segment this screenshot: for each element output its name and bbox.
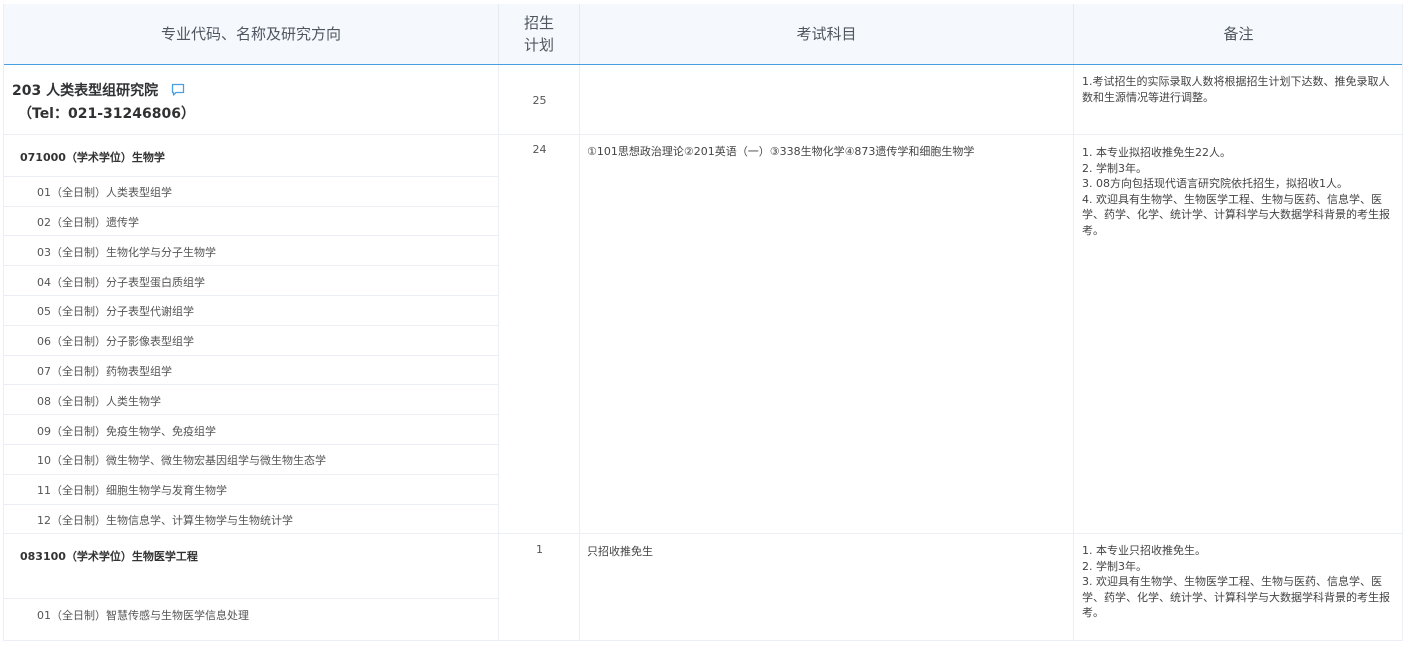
major-title: 071000（学术学位）生物学	[20, 151, 165, 164]
note-line: 1. 本专业只招收推免生。	[1082, 544, 1206, 557]
major-exam: ①101思想政治理论②201英语（一）③338生物化学④873遗传学和细胞生物学	[587, 145, 975, 158]
direction-item: 09（全日制）免疫生物学、免疫组学	[37, 425, 216, 438]
direction-item: 04（全日制）分子表型蛋白质组学	[37, 276, 205, 289]
major-plan: 1	[536, 543, 543, 556]
scroll-edge	[1402, 4, 1417, 641]
note-line: 1. 本专业拟招收推免生22人。	[1082, 146, 1231, 159]
row-divider	[4, 414, 498, 415]
row-divider	[4, 206, 498, 207]
direction-item: 03（全日制）生物化学与分子生物学	[37, 246, 216, 259]
row-divider	[4, 504, 498, 505]
header-plan-line2: 计划	[523, 36, 554, 54]
row-divider	[4, 533, 1403, 534]
direction-item: 08（全日制）人类生物学	[37, 395, 161, 408]
header-plan: 招生 计划	[499, 4, 580, 64]
major-notes: 1. 本专业拟招收推免生22人。 2. 学制3年。 3. 08方向包括现代语言研…	[1082, 145, 1400, 238]
row-divider	[4, 134, 1403, 135]
note-line: 2. 学制3年。	[1082, 161, 1147, 175]
direction-item: 11（全日制）细胞生物学与发育生物学	[37, 484, 227, 497]
header-exam: 考试科目	[580, 4, 1074, 64]
note-line: 4. 欢迎具有生物学、生物医学工程、生物与医药、信息学、医学、药学、化学、统计学…	[1082, 192, 1390, 237]
direction-item: 12（全日制）生物信息学、计算生物学与生物统计学	[37, 514, 293, 527]
header-notes: 备注	[1223, 25, 1254, 43]
note-line: 3. 08方向包括现代语言研究院依托招生，拟招收1人。	[1082, 177, 1348, 190]
row-divider	[4, 474, 498, 475]
institute-tel: （Tel：021-31246806）	[18, 106, 195, 122]
major-title: 083100（学术学位）生物医学工程	[20, 550, 198, 563]
direction-item: 05（全日制）分子表型代谢组学	[37, 305, 194, 318]
institute-plan: 25	[532, 94, 547, 107]
note-line: 3. 欢迎具有生物学、生物医学工程、生物与医药、信息学、医学、药学、化学、统计学…	[1082, 575, 1390, 619]
admission-table: 专业代码、名称及研究方向 招生 计划 考试科目 备注 203 人类表型组研究院 …	[3, 4, 1403, 641]
direction-item: 10（全日制）微生物学、微生物宏基因组学与微生物生态学	[37, 454, 326, 467]
message-icon[interactable]	[171, 83, 185, 97]
major-notes: 1. 本专业只招收推免生。 2. 学制3年。 3. 欢迎具有生物学、生物医学工程…	[1082, 543, 1400, 621]
header-major: 专业代码、名称及研究方向	[4, 4, 499, 64]
row-divider	[4, 325, 498, 326]
institute-name: 203 人类表型组研究院	[12, 80, 185, 100]
direction-item: 07（全日制）药物表型组学	[37, 365, 172, 378]
row-divider	[4, 235, 498, 236]
row-divider	[4, 355, 498, 356]
row-divider	[4, 176, 498, 177]
row-divider	[4, 265, 498, 266]
header-plan-line1: 招生	[523, 14, 554, 32]
major-exam: 只招收推免生	[587, 545, 653, 558]
direction-item: 01（全日制）人类表型组学	[37, 186, 172, 199]
note-line: 2. 学制3年。	[1082, 559, 1147, 573]
institute-note: 1.考试招生的实际录取人数将根据招生计划下达数、推免录取人数和生源情况等进行调整…	[1082, 75, 1390, 104]
col-divider	[1073, 65, 1074, 640]
direction-item: 06（全日制）分子影像表型组学	[37, 335, 194, 348]
direction-item: 01（全日制）智慧传感与生物医学信息处理	[37, 609, 249, 622]
major-plan: 24	[532, 143, 547, 156]
row-divider	[4, 444, 498, 445]
row-divider	[4, 295, 498, 296]
row-divider	[4, 384, 498, 385]
row-divider	[4, 598, 498, 599]
direction-item: 02（全日制）遗传学	[37, 216, 139, 229]
table-header: 专业代码、名称及研究方向 招生 计划 考试科目 备注	[4, 4, 1403, 65]
